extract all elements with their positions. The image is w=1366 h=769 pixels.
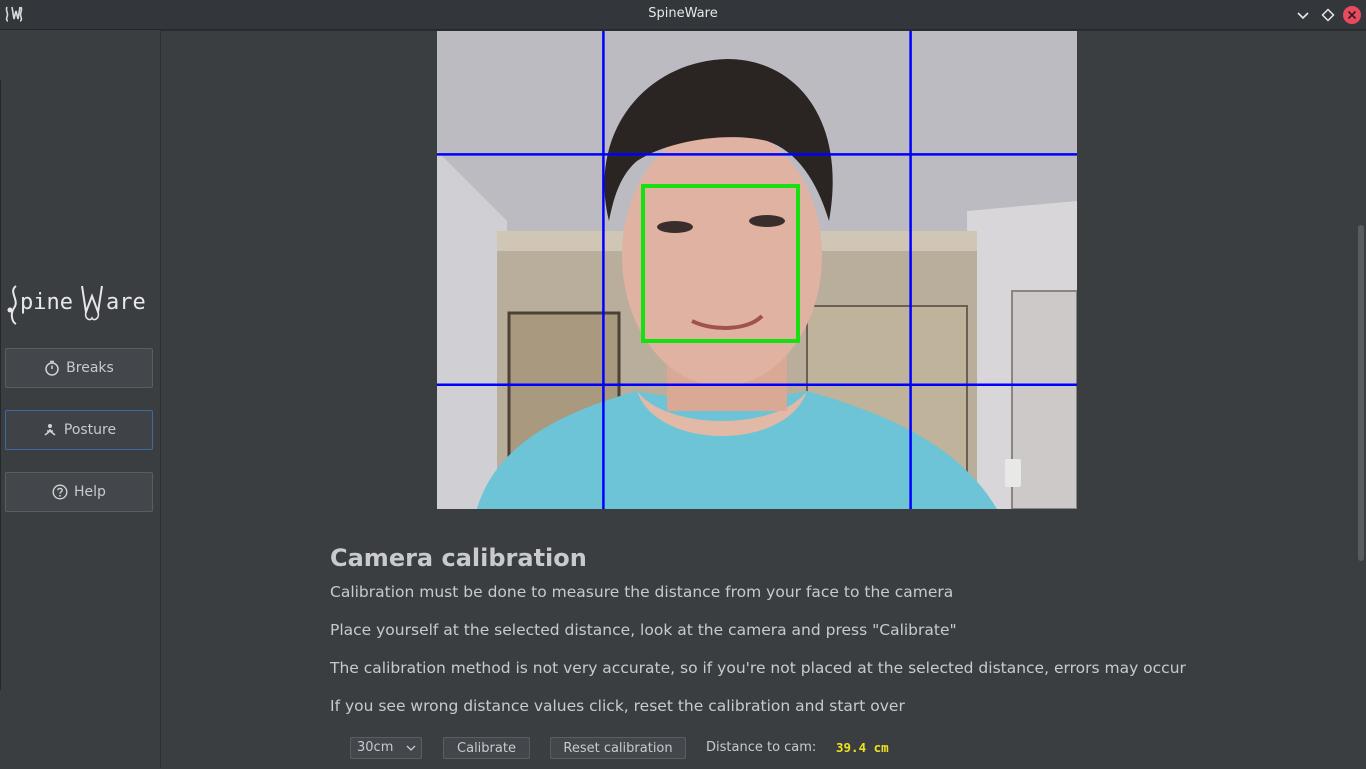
- main-panel: Camera calibration Calibration must be d…: [161, 30, 1366, 769]
- sidebar: pine are Breaks Posture Help: [0, 30, 161, 768]
- maximize-icon[interactable]: [1318, 5, 1338, 25]
- camera-frame: [437, 31, 1077, 509]
- svg-text:are: are: [106, 290, 146, 315]
- window-title: SpineWare: [648, 6, 718, 21]
- calibrate-button[interactable]: Calibrate: [443, 737, 530, 759]
- sidebar-item-help[interactable]: Help: [5, 472, 153, 512]
- page-title: Camera calibration: [330, 544, 587, 572]
- spineware-logo: pine are: [7, 285, 146, 325]
- title-bar: SpineWare: [0, 0, 1366, 30]
- reset-calibration-button[interactable]: Reset calibration: [550, 737, 686, 759]
- stopwatch-icon: [45, 360, 59, 376]
- minimize-icon[interactable]: [1293, 5, 1313, 25]
- distance-value: 39.4 cm: [836, 740, 889, 755]
- sidebar-item-breaks[interactable]: Breaks: [5, 348, 153, 388]
- calibration-text-2: Place yourself at the selected distance,…: [330, 621, 957, 639]
- calibration-text-4: If you see wrong distance values click, …: [330, 697, 905, 715]
- calibration-text-1: Calibration must be done to measure the …: [330, 583, 954, 601]
- close-icon[interactable]: [1342, 5, 1362, 25]
- chevron-down-icon: [406, 745, 416, 751]
- calibration-text-3: The calibration method is not very accur…: [330, 659, 1186, 677]
- question-circle-icon: [52, 484, 68, 500]
- sidebar-edge: [0, 80, 1, 690]
- sidebar-item-label: Help: [74, 484, 106, 500]
- sidebar-item-posture[interactable]: Posture: [5, 410, 153, 450]
- svg-text:pine: pine: [20, 290, 73, 315]
- sidebar-item-label: Posture: [63, 422, 117, 438]
- distance-select[interactable]: 30cm: [350, 737, 422, 759]
- camera-preview: [437, 31, 1077, 509]
- sidebar-item-label: Breaks: [66, 360, 114, 376]
- scrollbar-thumb[interactable]: [1358, 225, 1364, 561]
- scrollbar[interactable]: [1356, 31, 1366, 769]
- person-icon: [44, 424, 56, 436]
- distance-label: Distance to cam:: [706, 740, 817, 755]
- distance-select-value: 30cm: [357, 740, 394, 755]
